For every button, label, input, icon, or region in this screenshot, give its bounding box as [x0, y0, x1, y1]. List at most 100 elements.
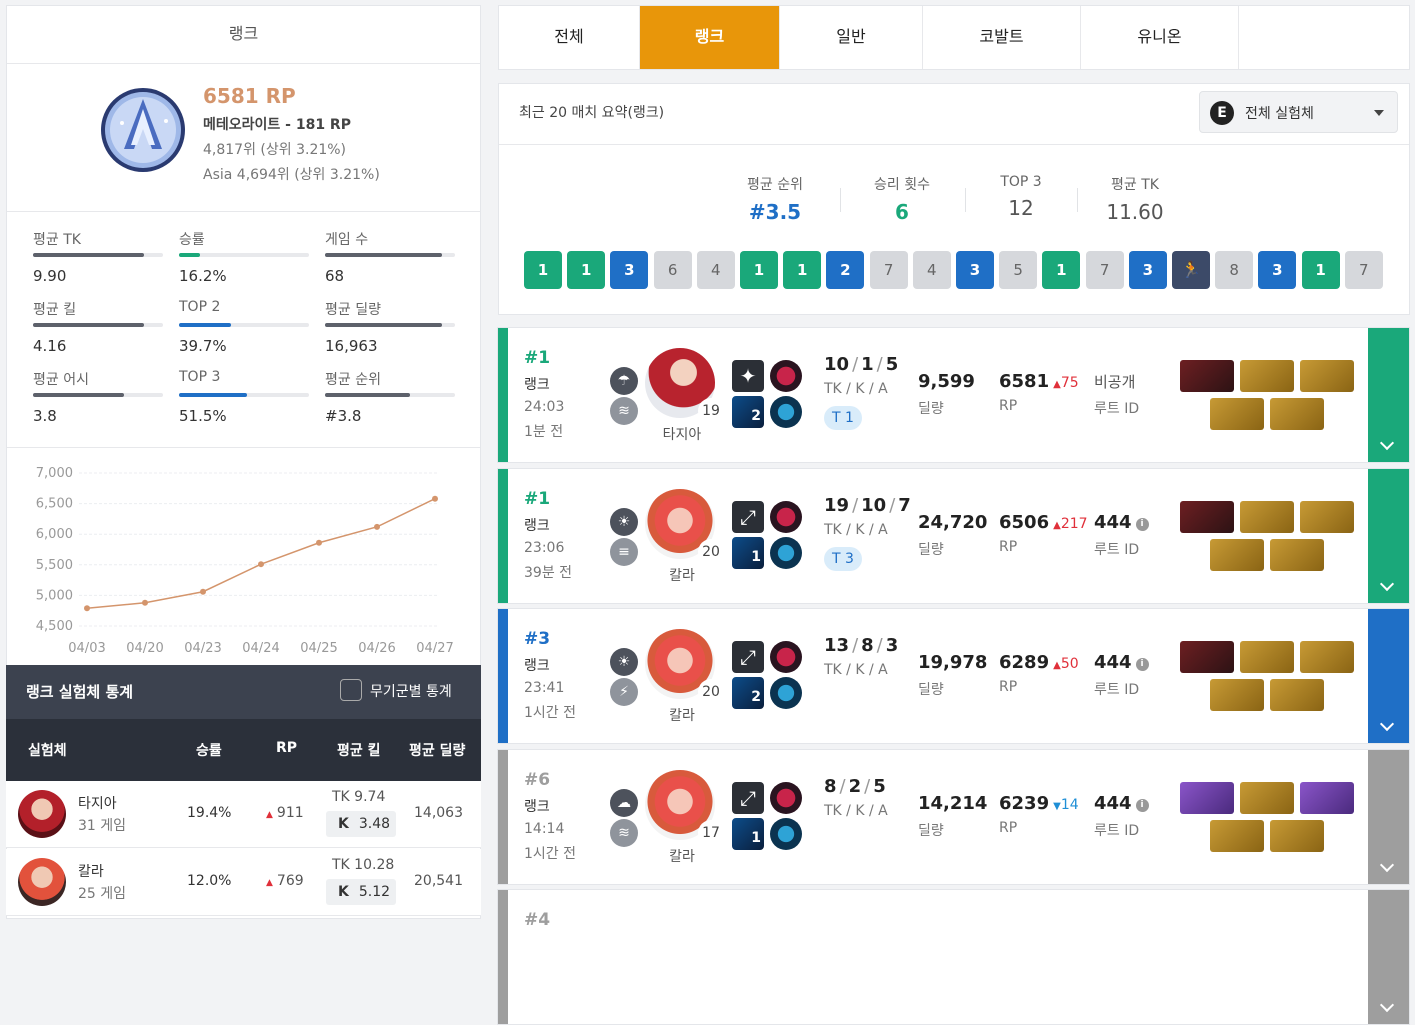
- item-icon[interactable]: [1180, 641, 1234, 673]
- kda-part: 19: [824, 494, 850, 516]
- item-icon[interactable]: [1180, 781, 1234, 814]
- divider: [840, 188, 841, 212]
- character-level: 20: [698, 538, 724, 565]
- weapon-stats-label[interactable]: 무기군별 통계: [370, 681, 452, 701]
- item-icon[interactable]: [1210, 679, 1264, 711]
- tab-all[interactable]: 전체: [499, 6, 640, 69]
- info-icon[interactable]: i: [1135, 798, 1149, 812]
- item-icon[interactable]: [1240, 500, 1294, 533]
- item-icon[interactable]: [1270, 819, 1324, 852]
- tab-cobalt[interactable]: 코발트: [923, 6, 1081, 69]
- placement-chip[interactable]: 1: [740, 251, 778, 289]
- route-id-value: 비공개: [1094, 373, 1136, 391]
- route-id[interactable]: 444 i: [1094, 512, 1149, 533]
- stat-label: 평균 킬: [33, 302, 77, 318]
- placement-chip[interactable]: 3: [956, 251, 994, 289]
- placement-chip[interactable]: 4: [696, 251, 735, 289]
- item-icon[interactable]: [1180, 500, 1234, 533]
- item-icon[interactable]: [1180, 360, 1234, 392]
- match-rp: 6289 ▲50: [999, 652, 1079, 673]
- chevron-down-icon: [1374, 110, 1384, 116]
- item-icon[interactable]: [1300, 781, 1354, 814]
- stat-bar: [33, 253, 163, 257]
- character-filter-dropdown[interactable]: E 전체 실험체: [1199, 91, 1398, 133]
- item-icon[interactable]: [1300, 500, 1354, 533]
- triangle-up-icon: ▲: [1053, 379, 1061, 390]
- rp-label: RP: [999, 679, 1018, 695]
- match-card[interactable]: #1 랭크 23:06 39분 전 ☀ ≡ 20 칼라 ⤢ 1 19/10/7 TK / K / AT…: [497, 467, 1410, 604]
- item-icon[interactable]: [1270, 679, 1324, 711]
- weapon-mastery-icon: 2: [732, 677, 764, 709]
- route-id: 비공개: [1094, 371, 1135, 392]
- expand-button[interactable]: [1368, 468, 1409, 603]
- item-icon[interactable]: [1300, 641, 1354, 673]
- stat-label: TOP 3: [179, 369, 221, 385]
- item-icon[interactable]: [1210, 538, 1264, 571]
- item-icon[interactable]: [1240, 781, 1294, 814]
- placement-chip[interactable]: 3: [610, 251, 649, 289]
- placement-chip[interactable]: 4: [912, 251, 951, 289]
- x-tick-label: 04/24: [242, 641, 279, 656]
- stat-value: 3.8: [33, 407, 57, 425]
- expand-button[interactable]: [1368, 328, 1409, 462]
- expand-button[interactable]: [1368, 609, 1409, 743]
- expand-button[interactable]: [1368, 890, 1409, 1024]
- stat-item: 게임 수 68: [325, 229, 455, 285]
- placement-chip[interactable]: 3: [1128, 251, 1167, 289]
- item-icon[interactable]: [1240, 360, 1294, 392]
- placement-chip[interactable]: 1: [567, 251, 606, 289]
- tab-normal[interactable]: 일반: [780, 6, 923, 69]
- rp-label: RP: [999, 538, 1018, 555]
- placement-chip[interactable]: 1: [524, 251, 562, 289]
- route-id[interactable]: 444 i: [1094, 652, 1149, 673]
- match-card[interactable]: #6 랭크 14:14 1시간 전 ☁ ≋ 17 칼라 ⤢ 1 8/2/5 TK / K / A 14,…: [497, 748, 1410, 885]
- stat-bar-fill: [179, 253, 200, 257]
- placement-chip[interactable]: 7: [869, 251, 908, 289]
- damage-value: 9,599: [918, 371, 975, 392]
- placement-color-bar: [498, 609, 508, 743]
- placement-chip[interactable]: 1: [1042, 251, 1081, 289]
- escape-runner-icon[interactable]: 🏃: [1172, 251, 1210, 289]
- weapon-mastery-icon: 1: [732, 536, 764, 569]
- kda-separator: /: [876, 635, 883, 656]
- eternal-return-logo-icon: E: [1210, 101, 1234, 125]
- stat-label: 평균 어시: [33, 372, 89, 388]
- summary-metric: TOP 3 12: [961, 174, 1081, 220]
- weapon-stats-checkbox[interactable]: [340, 679, 362, 701]
- placement-chip[interactable]: 1: [783, 251, 822, 289]
- match-time-ago: 1시간 전: [524, 845, 576, 862]
- match-placement: #1: [524, 348, 551, 368]
- kda-value: 13/8/3: [824, 635, 898, 656]
- item-icon[interactable]: [1240, 641, 1294, 673]
- placement-chip[interactable]: 1: [1301, 251, 1340, 289]
- match-card[interactable]: #4: [497, 889, 1410, 1025]
- match-card[interactable]: #3 랭크 23:41 1시간 전 ☀ ⚡ 20 칼라 ⤢ 2 13/8/3 TK / K / A 19…: [497, 608, 1410, 744]
- tab-rank[interactable]: 랭크: [640, 6, 780, 69]
- placement-chip[interactable]: 6: [653, 251, 692, 289]
- item-icon[interactable]: [1270, 538, 1324, 571]
- tab-union[interactable]: 유니온: [1081, 6, 1239, 69]
- placement-chip[interactable]: 7: [1344, 251, 1383, 289]
- item-icon[interactable]: [1270, 398, 1324, 430]
- placement-chip[interactable]: 5: [999, 251, 1038, 289]
- info-icon[interactable]: i: [1135, 517, 1149, 531]
- info-icon[interactable]: i: [1135, 658, 1149, 671]
- placement-chip[interactable]: 3: [1258, 251, 1297, 289]
- item-icon[interactable]: [1210, 819, 1264, 852]
- route-id[interactable]: 444 i: [1094, 793, 1149, 814]
- match-card[interactable]: #1 랭크 24:03 1분 전 ☂ ≋ 19 타지아 ✦ 2 10/1/5 TK / K / AT …: [497, 327, 1410, 463]
- match-mode: 랭크: [524, 658, 550, 674]
- item-icon[interactable]: [1210, 398, 1264, 430]
- character-name: 타지아: [662, 427, 702, 443]
- placement-chip[interactable]: 7: [1085, 251, 1124, 289]
- summary-title: 최근 20 매치 요약(랭크): [519, 105, 665, 121]
- summary-metric: 승리 횟수 6: [842, 174, 962, 224]
- character-level: 20: [698, 679, 724, 705]
- item-icon[interactable]: [1300, 360, 1354, 392]
- placement-chip[interactable]: 8: [1215, 251, 1254, 289]
- wind-icon: ≋: [610, 818, 638, 847]
- stat-value: 68: [325, 267, 345, 285]
- rp-point: [258, 561, 264, 568]
- expand-button[interactable]: [1368, 749, 1409, 884]
- placement-chip[interactable]: 2: [826, 251, 865, 289]
